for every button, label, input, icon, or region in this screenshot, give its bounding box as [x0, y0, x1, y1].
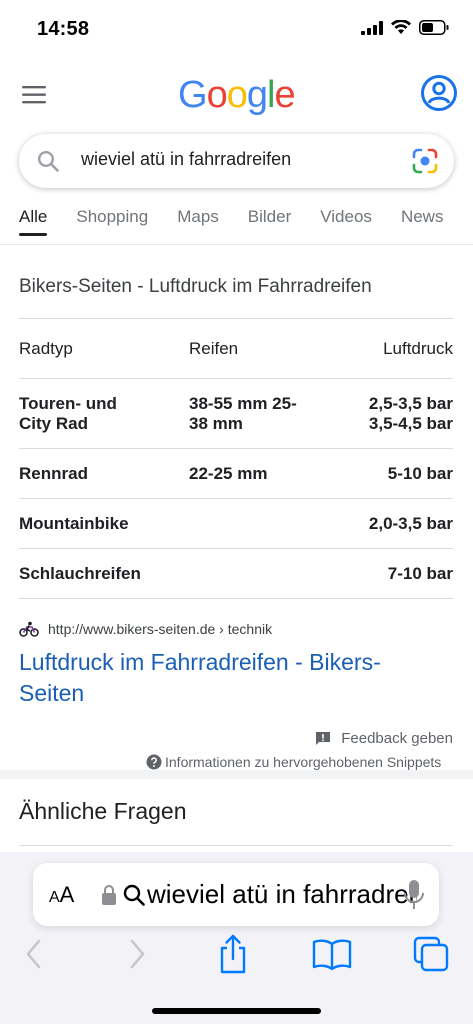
hamburger-menu-icon[interactable] [22, 84, 48, 106]
feedback-label: Feedback geben [341, 730, 453, 747]
result-source[interactable]: http://www.bikers-seiten.de › technik [19, 621, 272, 637]
logo-letter: G [178, 74, 208, 116]
logo-letter: e [274, 74, 295, 116]
cell-text: 2,5-3,5 bar [368, 393, 453, 413]
table-cell: 7-10 bar [319, 564, 453, 584]
search-tabs: Alle Shopping Maps Bilder Videos News [0, 205, 473, 245]
aa-large: A [59, 882, 75, 907]
logo-letter: g [246, 74, 268, 116]
table-header-row: Radtyp Reifen Luftdruck [19, 319, 453, 379]
search-input[interactable]: wieviel atü in fahrradreifen [81, 149, 291, 170]
microphone-icon[interactable] [403, 879, 425, 911]
google-header: Google [0, 60, 473, 130]
result-title-link[interactable]: Luftdruck im Fahrradreifen - Bikers-Seit… [19, 647, 439, 709]
wifi-icon [391, 20, 411, 34]
divider [19, 845, 453, 846]
cell-text: 2,0-3,5 bar [368, 513, 453, 533]
table-header-cell: Reifen [189, 338, 239, 358]
snippet-title: Bikers-Seiten - Luftdruck im Fahrradreif… [19, 276, 372, 297]
cell-text: 22-25 mm [189, 463, 268, 483]
tab-alle[interactable]: Alle [19, 205, 48, 244]
cellular-signal-icon [361, 20, 383, 35]
table-row: Schlauchreifen 7-10 bar [19, 549, 453, 599]
cell-text: Rennrad [19, 463, 88, 483]
table-header-cell: Luftdruck [383, 338, 453, 358]
table-header-cell: Radtyp [19, 338, 73, 358]
table-cell: Rennrad [19, 464, 189, 484]
account-icon[interactable] [420, 74, 458, 112]
cell-text: Schlauchreifen [19, 563, 141, 583]
book-icon [312, 939, 352, 970]
table-cell: Touren- und City Rad [19, 394, 189, 434]
cyclist-favicon-icon [19, 621, 39, 637]
tab-maps[interactable]: Maps [177, 205, 219, 244]
google-lens-icon[interactable] [412, 148, 438, 174]
source-url: http://www.bikers-seiten.de [48, 621, 216, 637]
table-row: Rennrad 22-25 mm 5-10 bar [19, 449, 453, 499]
table-cell: 2,5-3,5 bar 3,5-4,5 bar [319, 394, 453, 434]
logo-letter: l [266, 74, 276, 116]
status-time: 14:58 [37, 18, 90, 40]
tab-news[interactable]: News [401, 205, 444, 244]
address-text[interactable]: wieviel atü in fahrradreifen [147, 879, 417, 910]
cell-text: 3,5-4,5 bar [368, 413, 453, 433]
table-cell: 22-25 mm [189, 464, 319, 484]
snippet-info-label: Informationen zu hervorgehobenen Snippet… [165, 754, 442, 770]
table-cell: Schlauchreifen [19, 564, 189, 584]
search-box[interactable]: wieviel atü in fahrradreifen [19, 134, 454, 188]
battery-icon [419, 20, 449, 35]
bookmarks-button[interactable] [312, 932, 352, 976]
back-button[interactable] [14, 932, 54, 976]
lock-icon [102, 885, 116, 905]
table-cell: 38-55 mm 25- 38 mm [189, 394, 319, 434]
cell-text: 7-10 bar [387, 563, 453, 583]
cell-text: Touren- und [19, 393, 117, 413]
tab-videos[interactable]: Videos [320, 205, 372, 244]
source-path: › technik [215, 621, 273, 637]
feedback-icon [316, 732, 331, 745]
related-questions-title: Ähnliche Fragen [19, 798, 187, 824]
tab-bilder[interactable]: Bilder [248, 205, 291, 244]
pressure-table: Radtyp Reifen Luftdruck Touren- und City … [19, 318, 453, 599]
table-cell: Mountainbike [19, 514, 189, 534]
table-row: Touren- und City Rad 38-55 mm 25- 38 mm 2,5-… [19, 379, 453, 449]
section-divider [0, 770, 473, 779]
cell-text: 38 mm [189, 413, 243, 433]
cell-text: City Rad [19, 413, 88, 433]
logo-letter: o [206, 74, 228, 116]
share-button[interactable] [213, 932, 253, 976]
tab-shopping[interactable]: Shopping [76, 205, 148, 244]
safari-toolbar [0, 932, 473, 980]
cell-text: Mountainbike [19, 513, 129, 533]
safari-bottom-bar: AA wieviel atü in fahrradreifen [0, 852, 473, 1024]
address-bar[interactable]: AA wieviel atü in fahrradreifen [33, 863, 439, 926]
tabs-button[interactable] [411, 932, 451, 976]
help-icon [146, 754, 162, 770]
table-row: Mountainbike 2,0-3,5 bar [19, 499, 453, 549]
home-indicator [152, 1008, 321, 1014]
cell-text: 38-55 mm 25- [189, 393, 297, 413]
chevron-left-icon [26, 939, 41, 969]
status-bar: 14:58 [0, 0, 473, 60]
search-icon [37, 150, 59, 172]
tabs-icon [413, 936, 449, 972]
snippet-info-link[interactable]: Informationen zu hervorgehobenen Snippet… [146, 754, 441, 770]
google-logo[interactable]: Google [178, 74, 296, 117]
cell-text: 5-10 bar [387, 463, 453, 483]
feedback-button[interactable]: Feedback geben [315, 730, 453, 747]
chevron-right-icon [130, 939, 145, 969]
share-icon [220, 934, 246, 974]
aa-small: A [49, 889, 60, 906]
status-icons [361, 20, 449, 35]
search-icon [123, 884, 145, 906]
table-cell: 5-10 bar [319, 464, 453, 484]
table-cell: 2,0-3,5 bar [319, 514, 453, 534]
forward-button[interactable] [117, 932, 157, 976]
logo-letter: o [226, 74, 248, 116]
reader-options-button[interactable]: AA [49, 882, 74, 908]
